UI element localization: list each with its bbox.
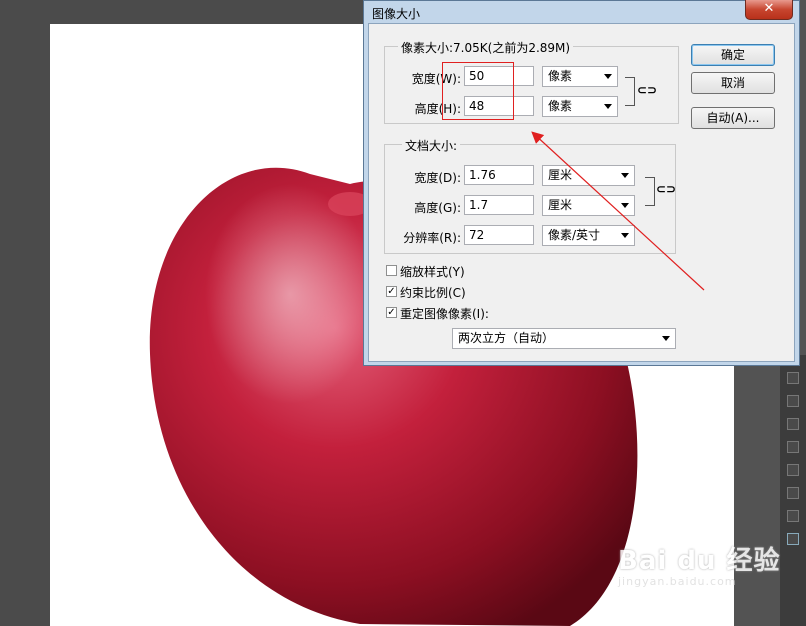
resolution-label: 分辨率(R): <box>403 231 461 245</box>
constrain-proportions-label: 约束比例(C) <box>400 286 466 300</box>
dialog-title: 图像大小 <box>372 7 421 21</box>
resample-method-select[interactable]: 两次立方（自动） <box>452 328 676 349</box>
doc-height-input[interactable]: 1.7 <box>464 195 534 215</box>
panel-toggle-active[interactable] <box>787 533 799 545</box>
close-button[interactable]: ✕ <box>745 0 793 20</box>
dialog-titlebar[interactable]: 图像大小 ✕ <box>364 0 799 23</box>
document-size-title: 文档大小: <box>402 137 461 154</box>
link-icon: ⊂⊃ <box>637 83 658 97</box>
annotation-highlight-box <box>442 62 514 120</box>
pixel-height-unit-select[interactable]: 像素 <box>542 96 618 117</box>
scale-styles-label: 缩放样式(Y) <box>400 265 465 279</box>
check-icon: ✓ <box>387 307 396 318</box>
cancel-button[interactable]: 取消 <box>691 72 775 94</box>
scale-styles-checkbox[interactable] <box>386 265 397 276</box>
doc-height-label: 高度(G): <box>414 201 461 215</box>
constrain-proportions-checkbox[interactable]: ✓ <box>386 286 397 297</box>
resolution-unit-select[interactable]: 像素/英寸 <box>542 225 635 246</box>
chevron-down-icon <box>604 74 612 79</box>
panel-toggle[interactable] <box>787 418 799 430</box>
doc-height-unit: 厘米 <box>548 198 573 212</box>
pixel-width-unit-select[interactable]: 像素 <box>542 66 618 87</box>
panel-toggle[interactable] <box>787 464 799 476</box>
doc-width-unit-select[interactable]: 厘米 <box>542 165 635 186</box>
panel-toggle[interactable] <box>787 395 799 407</box>
watermark: Bai du 经验 jingyan.baidu.com <box>618 540 781 588</box>
chevron-down-icon <box>621 233 629 238</box>
panel-toggle[interactable] <box>787 487 799 499</box>
resample-checkbox[interactable]: ✓ <box>386 307 397 318</box>
pixel-link-bracket <box>625 77 635 106</box>
pixel-height-unit: 像素 <box>548 99 573 113</box>
resample-method: 两次立方（自动） <box>458 331 555 345</box>
pixel-width-unit: 像素 <box>548 69 573 83</box>
chevron-down-icon <box>604 104 612 109</box>
doc-link-bracket <box>645 177 655 206</box>
pixel-dimensions-title: 像素大小:7.05K(之前为2.89M) <box>398 39 574 56</box>
resolution-input[interactable]: 72 <box>464 225 534 245</box>
link-icon: ⊂⊃ <box>656 182 677 196</box>
panel-toggle[interactable] <box>787 510 799 522</box>
chevron-down-icon <box>621 173 629 178</box>
doc-width-input[interactable]: 1.76 <box>464 165 534 185</box>
image-size-dialog: 图像大小 ✕ 像素大小:7.05K(之前为2.89M) 宽度(W): 50 像素… <box>363 0 800 366</box>
panel-toggle[interactable] <box>787 441 799 453</box>
doc-width-label: 宽度(D): <box>414 171 461 185</box>
resolution-unit: 像素/英寸 <box>548 228 601 242</box>
doc-width-unit: 厘米 <box>548 168 573 182</box>
dialog-body: 像素大小:7.05K(之前为2.89M) 宽度(W): 50 像素 高度(H):… <box>368 23 795 362</box>
ok-button[interactable]: 确定 <box>691 44 775 66</box>
watermark-main: Bai du 经验 <box>618 546 781 576</box>
resample-label: 重定图像像素(I): <box>400 307 489 321</box>
panel-toggle[interactable] <box>787 372 799 384</box>
close-icon: ✕ <box>763 1 775 16</box>
check-icon: ✓ <box>387 286 396 297</box>
auto-button[interactable]: 自动(A)... <box>691 107 775 129</box>
chevron-down-icon <box>621 203 629 208</box>
doc-height-unit-select[interactable]: 厘米 <box>542 195 635 216</box>
chevron-down-icon <box>662 336 670 341</box>
